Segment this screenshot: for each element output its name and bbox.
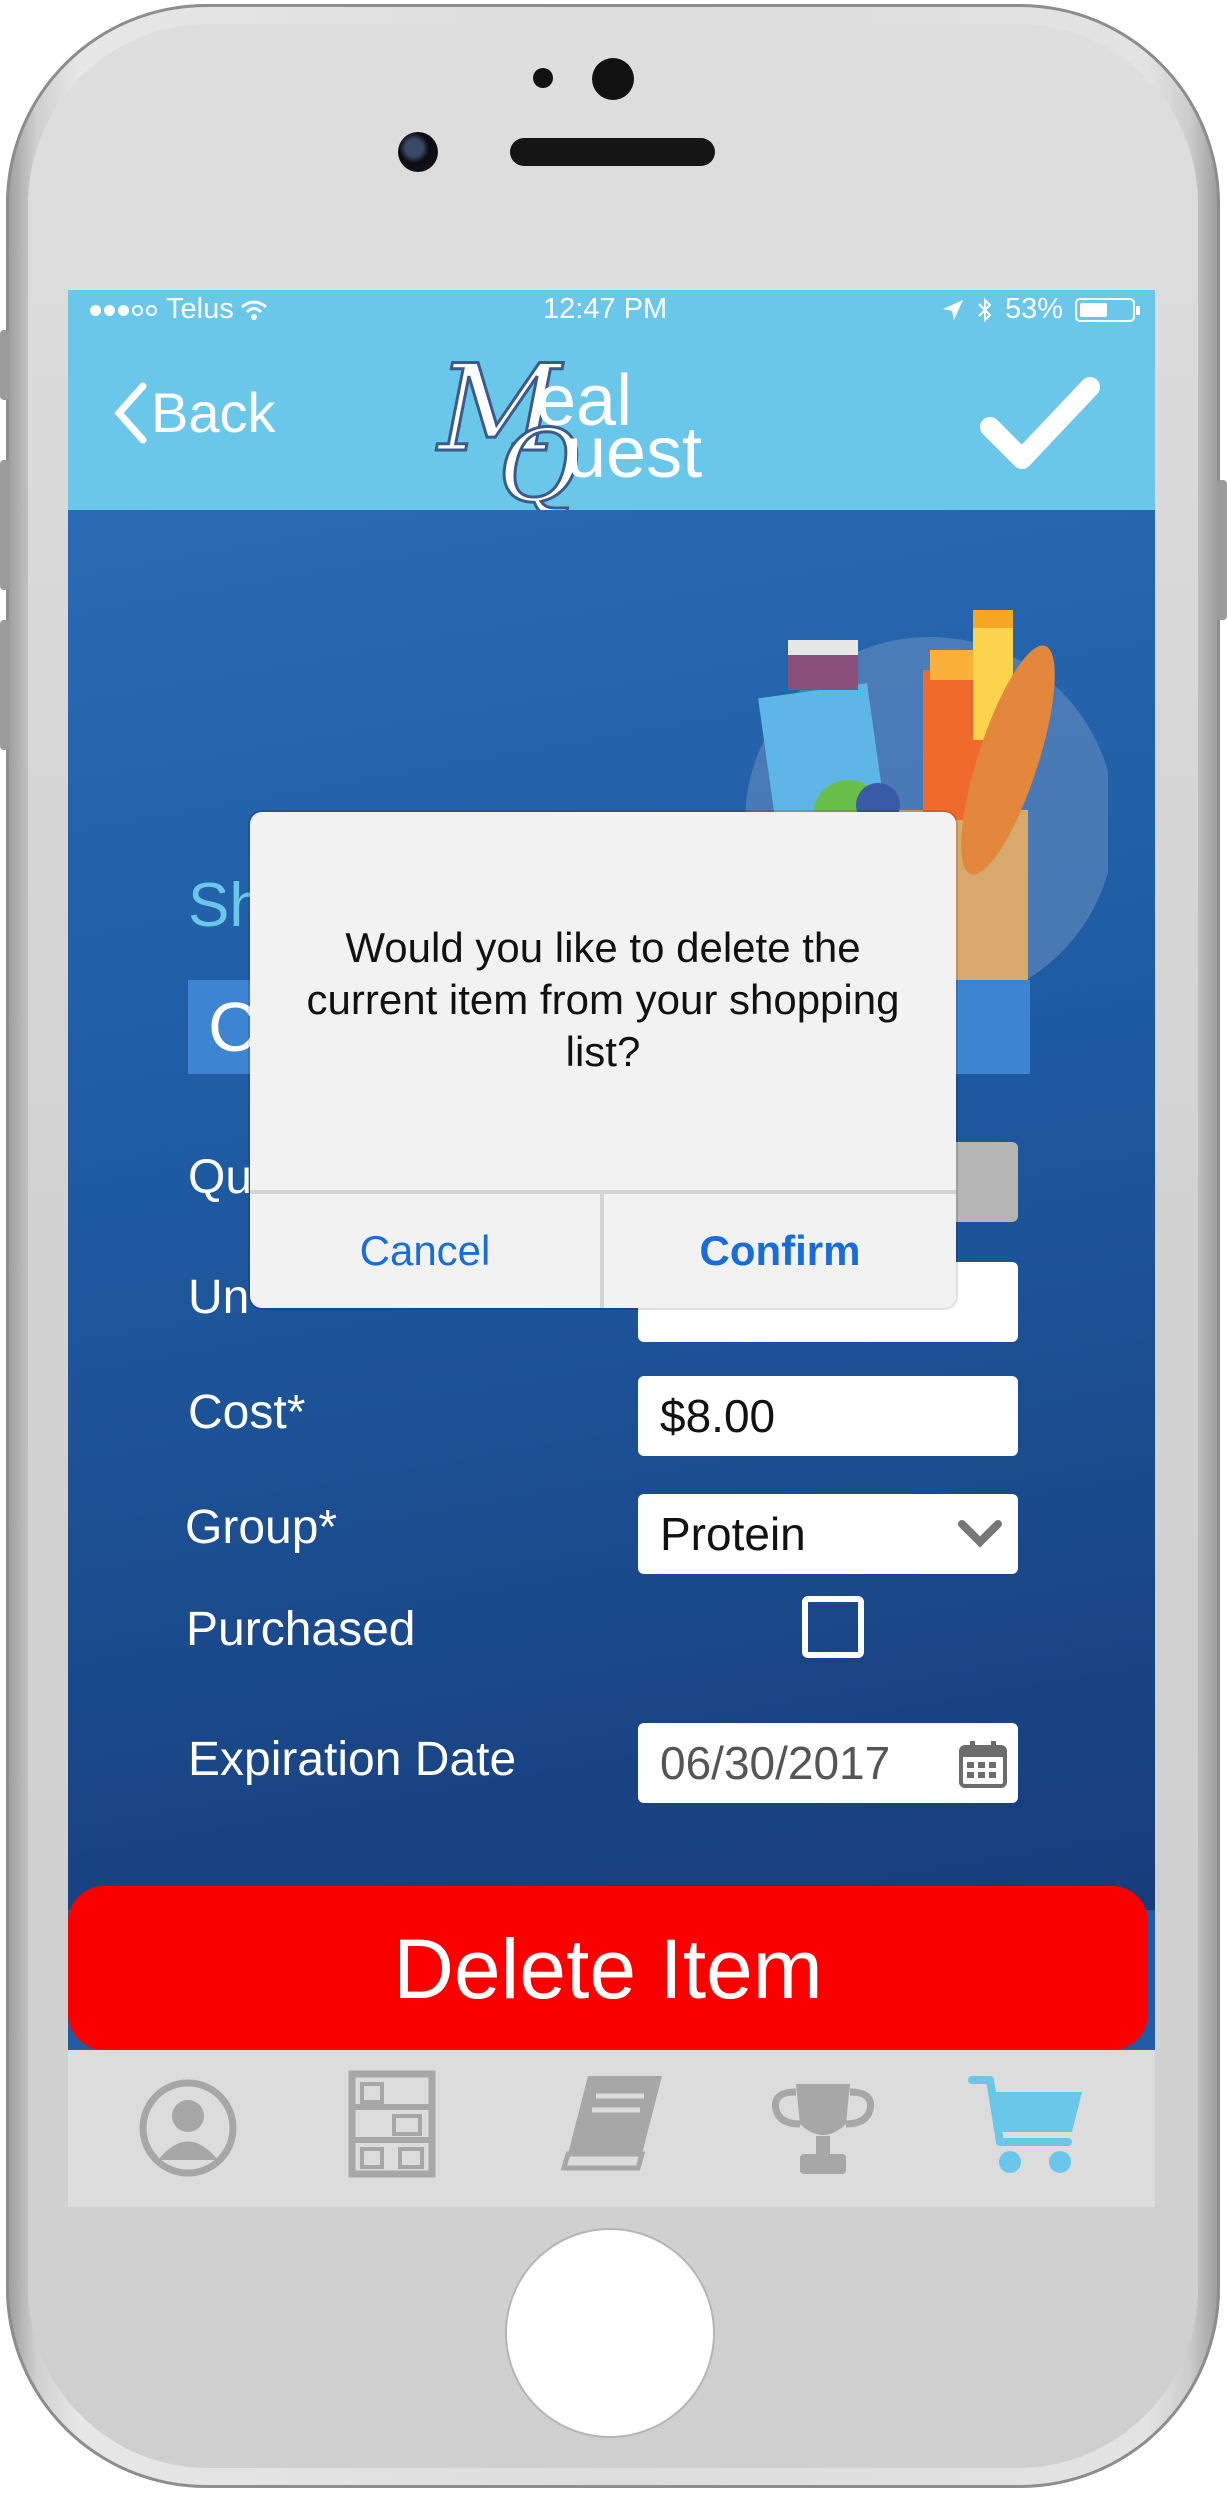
user-profile-icon <box>139 2079 237 2177</box>
front-camera <box>592 58 634 100</box>
tab-profile[interactable] <box>138 2078 238 2183</box>
dialog-message: Would you like to delete the current ite… <box>306 924 900 1075</box>
expiration-date-value: 06/30/2017 <box>660 1737 891 1789</box>
cost-label: Cost* <box>188 1386 306 1439</box>
tab-shopping-list[interactable] <box>968 2070 1088 2185</box>
trophy-icon <box>771 2084 875 2174</box>
expiration-label: Expiration Date <box>188 1733 517 1786</box>
proximity-sensor <box>533 68 553 88</box>
tab-achievements[interactable] <box>768 2080 878 2181</box>
chevron-left-icon <box>114 382 147 443</box>
tab-pantry[interactable] <box>348 2070 436 2185</box>
volume-down-button <box>0 620 10 750</box>
home-button[interactable] <box>507 2230 713 2436</box>
group-label: Group* <box>185 1501 338 1554</box>
calendar-icon[interactable] <box>958 1739 1008 1789</box>
carrier-name: Telus <box>166 293 234 325</box>
dialog-confirm-button[interactable]: Confirm <box>604 1194 956 1308</box>
mute-switch <box>0 330 10 400</box>
camera-lens <box>398 132 438 172</box>
battery-level <box>1080 302 1107 317</box>
purchased-label: Purchased <box>186 1603 416 1656</box>
delete-item-button[interactable]: Delete Item <box>68 1886 1148 2050</box>
clock: 12:47 PM <box>543 293 668 325</box>
expiration-date-field[interactable]: 06/30/2017 <box>638 1723 1018 1803</box>
signal-strength-icon <box>90 293 160 326</box>
purchased-checkbox[interactable] <box>802 1596 864 1658</box>
tab-bar <box>68 2050 1155 2207</box>
location-arrow-icon <box>942 299 963 320</box>
navigation-bar: Back M eal Q uest <box>68 330 1155 527</box>
delete-confirmation-dialog: Would you like to delete the current ite… <box>250 812 956 1308</box>
tab-recipes[interactable] <box>558 2072 668 2177</box>
bluetooth-icon <box>978 297 992 322</box>
back-button[interactable]: Back <box>113 380 276 445</box>
pantry-shelves-icon <box>348 2070 436 2178</box>
shopping-cart-icon <box>968 2076 1082 2173</box>
wifi-icon <box>240 300 267 320</box>
earpiece-speaker <box>510 138 715 166</box>
chevron-down-icon <box>958 1520 1002 1548</box>
group-select-value: Protein <box>660 1508 806 1560</box>
back-label: Back <box>151 381 276 444</box>
checkmark-icon <box>980 377 1100 469</box>
volume-up-button <box>0 460 10 590</box>
power-button <box>1217 480 1227 620</box>
dialog-cancel-button[interactable]: Cancel <box>250 1194 600 1308</box>
battery-icon <box>1075 297 1140 322</box>
unit-label: Un <box>188 1271 250 1324</box>
battery-percent: 53% <box>1004 293 1063 325</box>
status-bar: Telus 12:47 PM 53% <box>68 290 1155 330</box>
app-logo: M eal Q uest <box>437 339 768 527</box>
logo-text-uest: uest <box>566 413 703 493</box>
recipe-book-icon <box>560 2076 662 2171</box>
cost-field[interactable]: $8.00 <box>638 1376 1018 1456</box>
group-select[interactable]: Protein <box>638 1494 1018 1574</box>
save-button[interactable] <box>980 375 1100 480</box>
quantity-label: Qu <box>188 1151 253 1204</box>
